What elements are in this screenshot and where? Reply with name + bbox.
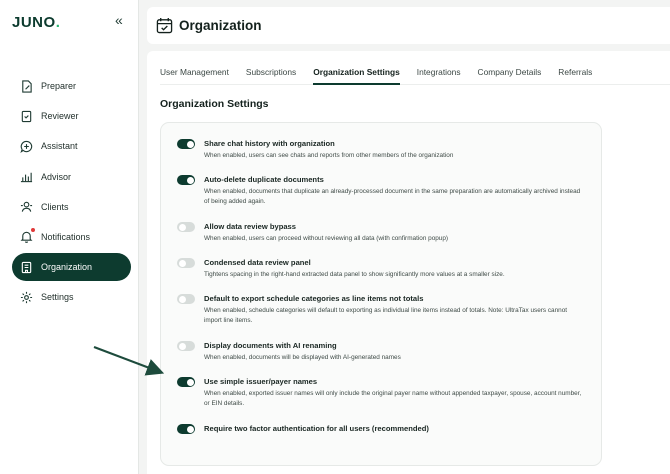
sidebar-item-label: Assistant: [41, 141, 78, 152]
sidebar-item-notifications[interactable]: Notifications: [12, 223, 131, 251]
page-title: Organization: [179, 18, 262, 33]
setting-ai-renaming: Display documents with AI renaming When …: [177, 341, 587, 363]
toggle-switch[interactable]: [177, 294, 195, 304]
sidebar-item-label: Organization: [41, 262, 93, 273]
setting-description: When enabled, documents that duplicate a…: [204, 188, 581, 205]
sidebar-item-label: Advisor: [41, 171, 72, 182]
users-icon: [20, 200, 33, 213]
setting-title: Condensed data review panel: [204, 258, 311, 267]
tab-referrals[interactable]: Referrals: [558, 63, 592, 84]
setting-title: Use simple issuer/payer names: [204, 377, 318, 386]
toggle-switch[interactable]: [177, 424, 195, 434]
setting-description: When enabled, users can see chats and re…: [204, 152, 454, 159]
setting-description: When enabled, users can proceed without …: [204, 235, 449, 242]
toggle-switch[interactable]: [177, 377, 195, 387]
tab-company-details[interactable]: Company Details: [478, 63, 542, 84]
sidebar-item-advisor[interactable]: Advisor: [12, 163, 131, 191]
page-header: Organization: [147, 7, 670, 44]
tab-integrations[interactable]: Integrations: [417, 63, 461, 84]
sidebar-item-settings[interactable]: Settings: [12, 283, 131, 311]
setting-title: Allow data review bypass: [204, 222, 297, 231]
tab-user-management[interactable]: User Management: [160, 63, 229, 84]
tab-bar: User Management Subscriptions Organizati…: [160, 63, 670, 85]
setting-export-line-items: Default to export schedule categories as…: [177, 294, 587, 325]
sidebar-item-organization[interactable]: Organization: [12, 253, 131, 282]
toggle-switch[interactable]: [177, 175, 195, 185]
setting-description: Tightens spacing in the right-hand extra…: [204, 271, 505, 278]
sidebar-item-label: Clients: [41, 201, 69, 212]
setting-title: Auto-delete duplicate documents: [204, 175, 324, 184]
notification-dot: [31, 227, 35, 232]
sidebar-nav: Preparer Reviewer Assistant Advisor Clie…: [12, 72, 131, 314]
settings-card: Share chat history with organization Whe…: [160, 122, 602, 466]
calendar-check-icon: [156, 17, 173, 34]
sidebar-item-reviewer[interactable]: Reviewer: [12, 102, 131, 130]
sidebar: JUNO. « Preparer Reviewer Assistant Advi…: [0, 0, 139, 474]
gear-icon: [20, 291, 33, 304]
annotation-arrow-icon: [93, 345, 165, 376]
document-pen-icon: [20, 79, 33, 93]
setting-title: Share chat history with organization: [204, 139, 335, 148]
sidebar-item-label: Notifications: [41, 231, 91, 242]
setting-title: Display documents with AI renaming: [204, 341, 337, 350]
bell-icon: [20, 230, 33, 244]
setting-description: When enabled, documents will be displaye…: [204, 354, 401, 361]
sidebar-item-label: Settings: [41, 292, 74, 303]
tab-organization-settings[interactable]: Organization Settings: [313, 63, 400, 85]
sidebar-item-preparer[interactable]: Preparer: [12, 72, 131, 100]
setting-allow-data-review-bypass: Allow data review bypass When enabled, u…: [177, 222, 587, 244]
setting-share-chat-history: Share chat history with organization Whe…: [177, 139, 587, 161]
toggle-switch[interactable]: [177, 139, 195, 149]
toggle-switch[interactable]: [177, 341, 195, 351]
sidebar-item-label: Preparer: [41, 81, 77, 91]
toggle-switch[interactable]: [177, 258, 195, 268]
bar-chart-icon: [20, 170, 33, 183]
setting-description: When enabled, schedule categories will d…: [204, 307, 568, 324]
document-check-icon: [20, 110, 33, 123]
setting-title: Default to export schedule categories as…: [204, 294, 424, 303]
juno-logo[interactable]: JUNO.: [12, 14, 60, 31]
chevron-double-left-icon[interactable]: «: [115, 12, 123, 28]
setting-description: When enabled, exported issuer names will…: [204, 390, 582, 407]
section-title: Organization Settings: [160, 98, 269, 110]
setting-simple-issuer-names: Use simple issuer/payer names When enabl…: [177, 377, 587, 408]
toggle-switch[interactable]: [177, 222, 195, 232]
setting-title: Require two factor authentication for al…: [204, 424, 429, 433]
sidebar-item-label: Reviewer: [41, 111, 79, 122]
main-panel: User Management Subscriptions Organizati…: [147, 51, 670, 474]
tab-subscriptions[interactable]: Subscriptions: [246, 63, 296, 84]
setting-require-2fa: Require two factor authentication for al…: [177, 424, 587, 434]
sidebar-item-assistant[interactable]: Assistant: [12, 132, 131, 160]
sidebar-item-clients[interactable]: Clients: [12, 193, 131, 221]
setting-condensed-review-panel: Condensed data review panel Tightens spa…: [177, 258, 587, 280]
building-icon: [20, 261, 33, 274]
setting-auto-delete-duplicates: Auto-delete duplicate documents When ena…: [177, 175, 587, 206]
chat-plus-icon: [20, 140, 33, 153]
